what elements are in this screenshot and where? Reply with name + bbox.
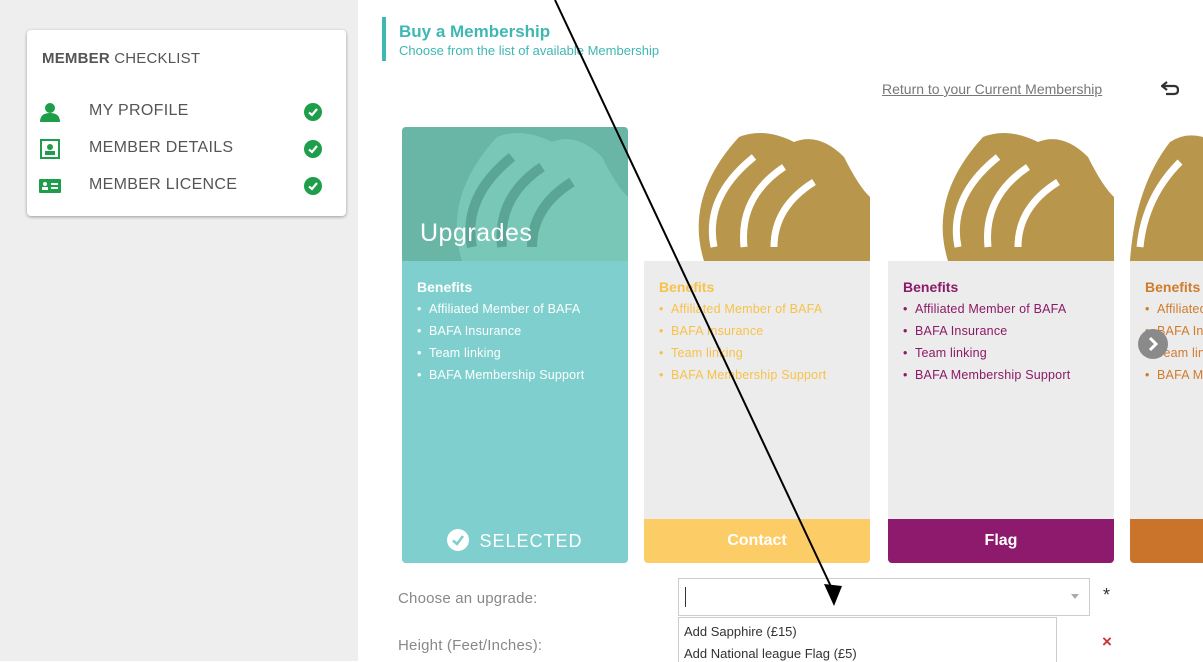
- check-circle-icon: [304, 177, 322, 195]
- carousel-next-button[interactable]: [1138, 329, 1168, 359]
- return-arrow-icon[interactable]: [1161, 80, 1179, 96]
- benefit-item: Team linking: [417, 345, 617, 361]
- page-subtitle: Choose from the list of available Member…: [399, 43, 660, 58]
- licence-card-icon: [39, 179, 61, 193]
- membership-card-upgrades[interactable]: Upgrades Benefits Affiliated Member of B…: [402, 127, 628, 563]
- benefits-title: Benefits: [1145, 279, 1201, 295]
- id-card-icon: [40, 139, 60, 159]
- benefits-title: Benefits: [659, 279, 715, 295]
- benefits-title: Benefits: [417, 279, 473, 295]
- card-banner: [1130, 127, 1203, 261]
- required-marker: *: [1103, 585, 1111, 605]
- benefit-item: Affiliated Member of BAFA: [1145, 301, 1203, 317]
- checklist-item-member-details[interactable]: MEMBER DETAILS: [39, 137, 339, 161]
- card-banner: [888, 127, 1114, 261]
- flag-button[interactable]: Flag: [888, 519, 1114, 563]
- card-heading: Upgrades: [420, 219, 533, 247]
- dropdown-arrow-icon[interactable]: [1071, 594, 1079, 599]
- checklist-title: MEMBER CHECKLIST: [42, 50, 200, 67]
- checklist-item-label: MEMBER LICENCE: [89, 176, 238, 193]
- lion-logo-icon: [698, 133, 870, 261]
- check-circle-icon: [447, 529, 470, 551]
- person-icon: [40, 103, 60, 122]
- upgrade-field-label: Choose an upgrade:: [398, 590, 538, 607]
- card-banner: [644, 127, 870, 261]
- dropdown-option[interactable]: Add Sapphire (£15): [684, 624, 797, 639]
- checklist-title-bold: MEMBER: [42, 50, 110, 67]
- text-cursor: [685, 587, 686, 607]
- benefits-list: Affiliated Member of BAFA BAFA Insurance…: [659, 301, 859, 389]
- benefit-item: BAFA Insurance: [659, 323, 859, 339]
- height-field-label: Height (Feet/Inches):: [398, 637, 543, 654]
- selected-label: SELECTED: [479, 531, 583, 551]
- member-checklist-panel: MEMBER CHECKLIST MY PROFILE MEMBER DETAI…: [27, 30, 346, 216]
- error-icon: ×: [1102, 632, 1112, 651]
- benefit-item: Team linking: [903, 345, 1103, 361]
- main-content: Buy a Membership Choose from the list of…: [358, 0, 1203, 662]
- heading-accent-bar: [382, 17, 386, 61]
- dropdown-option[interactable]: Add National league Flag (£5): [684, 646, 857, 661]
- checklist-item-my-profile[interactable]: MY PROFILE: [39, 100, 339, 124]
- upgrade-select[interactable]: [678, 578, 1090, 616]
- card-body: Benefits Affiliated Member of BAFA BAFA …: [644, 261, 870, 519]
- checklist-item-label: MY PROFILE: [89, 102, 189, 119]
- contact-button[interactable]: Contact: [644, 519, 870, 563]
- card-body: Benefits Affiliated Member of BAFA BAFA …: [402, 261, 628, 519]
- card-body: Benefits Affiliated Member of BAFA BAFA …: [1130, 261, 1203, 519]
- lion-logo-icon: [942, 133, 1114, 261]
- checklist-item-label: MEMBER DETAILS: [89, 139, 234, 156]
- card-body: Benefits Affiliated Member of BAFA BAFA …: [888, 261, 1114, 519]
- selected-button[interactable]: SELECTED: [402, 519, 628, 563]
- checklist-title-rest: CHECKLIST: [109, 50, 201, 67]
- chevron-right-icon: [1148, 336, 1159, 352]
- check-circle-icon: [304, 140, 322, 158]
- membership-card-contact[interactable]: Benefits Affiliated Member of BAFA BAFA …: [644, 127, 870, 563]
- check-circle-icon: [304, 103, 322, 121]
- return-current-membership-link[interactable]: Return to your Current Membership: [882, 81, 1102, 97]
- benefit-item: BAFA Membership Support: [417, 367, 617, 383]
- lion-logo-icon: [1130, 135, 1203, 261]
- benefit-item: BAFA Insurance: [903, 323, 1103, 339]
- left-pane: MEMBER CHECKLIST MY PROFILE MEMBER DETAI…: [0, 0, 358, 661]
- benefits-list: Affiliated Member of BAFA BAFA Insurance…: [417, 301, 617, 389]
- benefit-item: Affiliated Member of BAFA: [417, 301, 617, 317]
- benefit-item: Team linking: [659, 345, 859, 361]
- benefit-item: BAFA Membership Support: [659, 367, 859, 383]
- checklist-item-member-licence[interactable]: MEMBER LICENCE: [39, 174, 339, 198]
- benefit-item: BAFA Membership Support: [903, 367, 1103, 383]
- membership-card-flag[interactable]: Benefits Affiliated Member of BAFA BAFA …: [888, 127, 1114, 563]
- benefit-item: Affiliated Member of BAFA: [659, 301, 859, 317]
- upgrade-options-dropdown: Add Sapphire (£15) Add National league F…: [678, 617, 1057, 662]
- benefit-item: BAFA Membership Support: [1145, 367, 1203, 383]
- card-action-button[interactable]: [1130, 519, 1203, 563]
- benefit-item: Affiliated Member of BAFA: [903, 301, 1103, 317]
- benefit-item: BAFA Insurance: [417, 323, 617, 339]
- benefits-title: Benefits: [903, 279, 959, 295]
- page-title: Buy a Membership: [399, 22, 551, 41]
- card-banner: Upgrades: [402, 127, 628, 261]
- benefits-list: Affiliated Member of BAFA BAFA Insurance…: [903, 301, 1103, 389]
